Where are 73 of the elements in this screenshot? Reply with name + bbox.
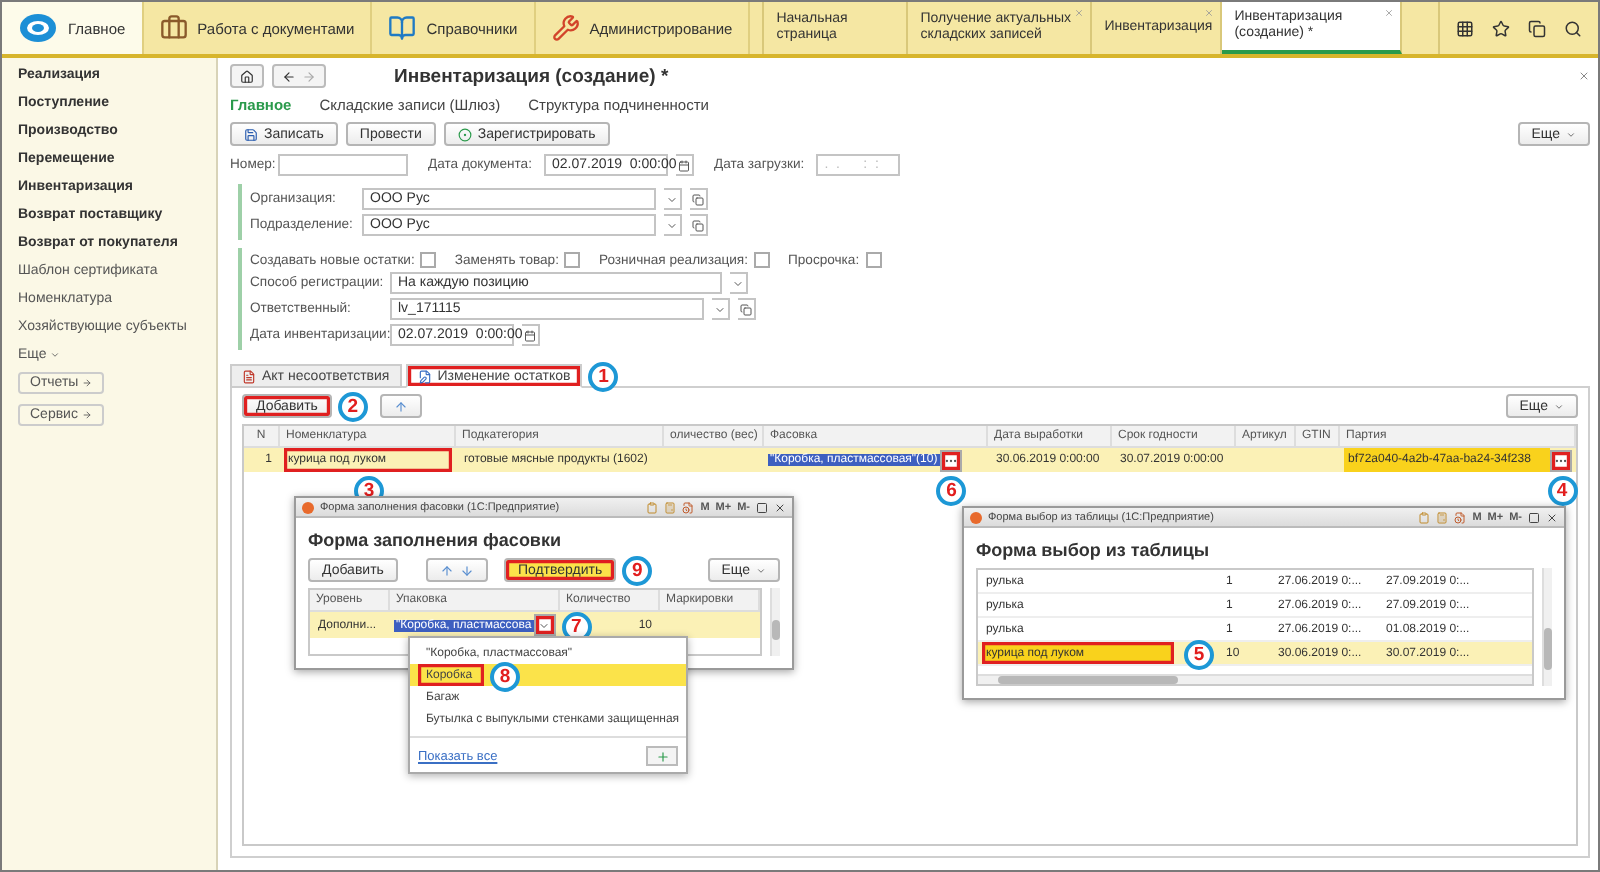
forward-icon	[302, 69, 316, 83]
close-icon	[1578, 70, 1590, 82]
caret-icon	[756, 565, 766, 575]
callout-number: 5	[1184, 639, 1214, 669]
caret-icon	[82, 378, 93, 388]
callout-number: 6	[936, 475, 967, 505]
form-title: Инвентаризация (создание) *	[394, 65, 669, 87]
down-arrow-icon	[459, 563, 474, 577]
plus-icon	[655, 749, 669, 763]
logo-icon	[18, 12, 58, 44]
close-icon	[1546, 511, 1558, 523]
clipboard-icon	[646, 501, 659, 513]
input-field[interactable]	[278, 154, 408, 176]
book-icon	[388, 14, 417, 42]
calculator-icon	[1436, 511, 1449, 523]
clipboard-icon	[1418, 511, 1431, 523]
app-logo-icon	[302, 501, 314, 513]
apps-grid-icon	[1456, 19, 1474, 37]
caret-icon	[666, 219, 678, 231]
dialog-heading: Форма заполнения фасовки	[306, 528, 564, 554]
caret-icon	[81, 410, 92, 420]
briefcase-icon	[159, 14, 188, 42]
callout-number: 9	[622, 556, 653, 586]
scrollbar[interactable]	[770, 588, 780, 656]
callout-number: 8	[490, 661, 521, 691]
checkbox[interactable]	[564, 252, 581, 268]
maximize-icon	[756, 501, 768, 513]
back-icon	[282, 69, 296, 83]
caret-icon	[666, 193, 678, 205]
checkbox[interactable]	[754, 252, 770, 268]
open-button[interactable]	[738, 298, 756, 320]
ellipsis-button[interactable]	[1550, 449, 1572, 471]
open-button[interactable]	[690, 188, 708, 210]
calculator-icon	[664, 501, 677, 513]
dialog-heading: Форма выбор из таблицы	[974, 538, 1212, 564]
caret-icon	[1554, 401, 1564, 411]
callout-number: 1	[588, 362, 619, 392]
ellipsis-button[interactable]	[939, 449, 962, 471]
up-arrow-icon	[439, 563, 454, 577]
caret-icon	[538, 619, 551, 631]
callout-number: 2	[337, 392, 368, 422]
document-icon	[417, 369, 432, 383]
scrollbar[interactable]	[1542, 568, 1552, 686]
caret-icon	[714, 303, 726, 315]
calendar-button[interactable]	[522, 324, 540, 346]
move-button[interactable]	[379, 394, 422, 418]
dropdown-button[interactable]	[533, 614, 556, 636]
copy-icon	[1528, 19, 1546, 37]
open-button[interactable]	[690, 214, 708, 236]
home-button[interactable]	[230, 64, 264, 88]
app-logo-icon	[970, 511, 982, 523]
add-button[interactable]	[646, 746, 678, 766]
tools-icon	[551, 14, 580, 42]
open-icon	[692, 219, 704, 231]
home-icon	[240, 69, 254, 83]
caret-icon	[732, 277, 744, 289]
open-icon	[740, 303, 752, 315]
maximize-icon	[1528, 511, 1540, 523]
checkbox[interactable]	[420, 252, 437, 268]
search-icon	[1564, 19, 1582, 37]
up-arrow-icon	[393, 399, 408, 413]
caret-icon	[1566, 129, 1576, 139]
checkbox[interactable]	[865, 252, 882, 268]
star-icon	[1492, 19, 1510, 37]
close-icon	[774, 501, 786, 513]
callout-number: 4	[1547, 475, 1577, 505]
caret-icon	[50, 350, 61, 360]
calendar-button[interactable]	[675, 154, 694, 176]
scrollbar[interactable]	[978, 674, 1532, 684]
move-button[interactable]	[425, 558, 488, 582]
save-icon	[244, 127, 258, 141]
document-icon	[242, 369, 256, 383]
open-icon	[692, 193, 704, 205]
